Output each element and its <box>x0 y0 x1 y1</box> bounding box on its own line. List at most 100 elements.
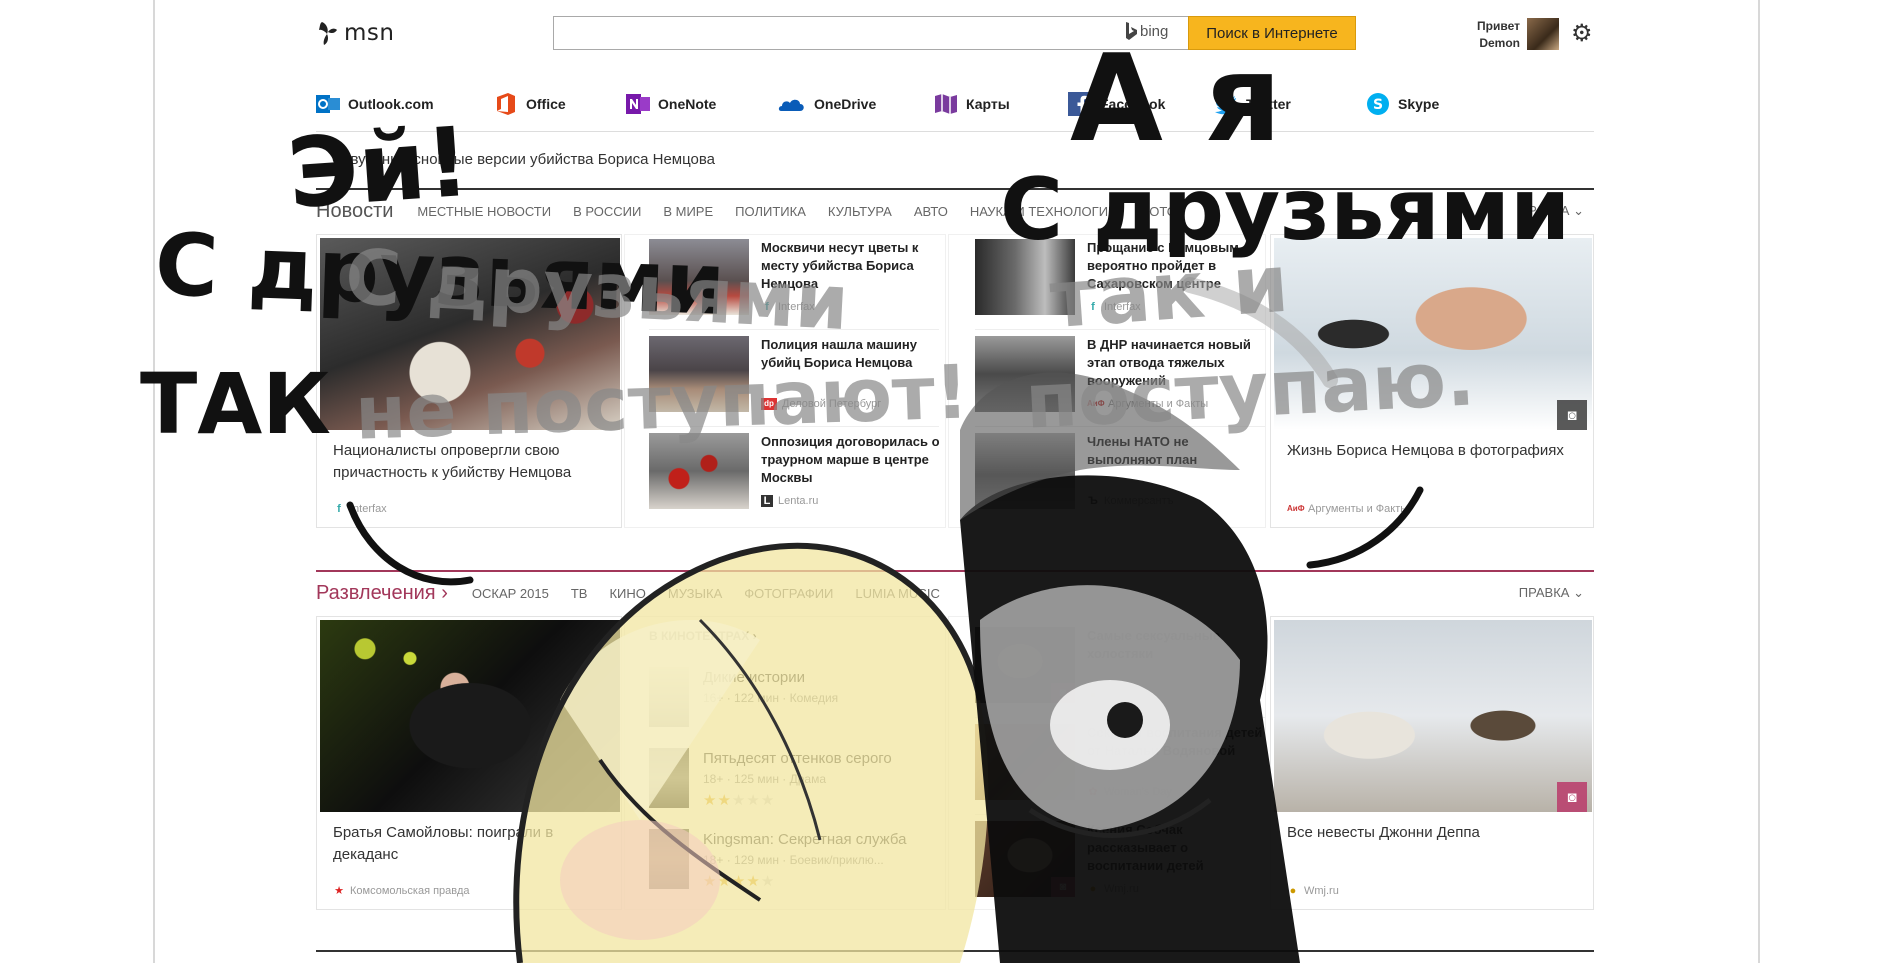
chevron-down-icon: ⌄ <box>1573 203 1584 218</box>
app-label: Outlook.com <box>348 96 434 112</box>
bing-icon <box>1126 22 1137 40</box>
app-label: Office <box>526 96 566 112</box>
movie-item[interactable]: Дикие истории 16+ · 122 мин · Комедия <box>649 667 949 747</box>
chevron-right-icon: › <box>441 581 448 604</box>
news-tab-photo[interactable]: ФОТО <box>1139 204 1176 219</box>
news-tab-culture[interactable]: КУЛЬТУРА <box>828 204 892 219</box>
story-title: Ксения Собчак рассказывает о воспитании … <box>1087 822 1204 873</box>
outlook-icon <box>316 92 340 116</box>
username: Demon <box>1479 36 1520 50</box>
news-lead-card[interactable]: Националисты опровергли свою причастност… <box>316 234 622 528</box>
entertainment-lead-card[interactable]: Братья Самойловы: поиграли в декаданс ★ К… <box>316 616 622 910</box>
entertainment-story[interactable]: ◙ Самые сексуальные холостяки ● Wmj.ru <box>975 623 1275 718</box>
wmj-icon: ● <box>1089 883 1097 895</box>
movie-title: Пятьдесят оттенков серого <box>703 750 892 767</box>
wmj-icon: ● <box>1089 689 1097 701</box>
entertainment-edit-button[interactable]: ПРАВКА ⌄ <box>1519 585 1584 601</box>
source-label: Interfax <box>778 301 815 313</box>
movie-item[interactable]: Kingsman: Секретная служба 18+ · 129 мин… <box>649 829 949 909</box>
star-filled-icon: ★ <box>746 873 761 890</box>
source-label: Interfax <box>1104 301 1141 313</box>
app-link-outlook[interactable]: Outlook.com <box>316 92 434 116</box>
ent-tab-lumia-music[interactable]: LUMIA MUSIC <box>855 586 940 601</box>
news-lead-caption: Националисты опровергли свою причастност… <box>333 442 572 481</box>
news-story[interactable]: Прощание с Немцовым вероятно пройдет в С… <box>975 235 1275 330</box>
entertainment-gallery-card[interactable]: ◙ Все невесты Джонни Деппа ● Wmj.ru <box>1270 616 1594 910</box>
app-link-facebook[interactable]: Facebook <box>1068 92 1165 116</box>
news-edit-button[interactable]: ПРАВКА ⌄ <box>1519 203 1584 219</box>
app-label: OneNote <box>658 96 717 112</box>
news-gallery-card[interactable]: ◙ Жизнь Бориса Немцова в фотографиях АиФ… <box>1270 234 1594 528</box>
entertainment-story[interactable]: Секреты воспитания детей от Натальи Водя… <box>975 720 1275 815</box>
story-title: Оппозиция договорилась о траурном марше … <box>761 434 940 485</box>
entertainment-story[interactable]: ◙ Ксения Собчак рассказывает о воспитани… <box>975 817 1275 912</box>
movies-head-label: В КИНОТЕАТРАХ <box>649 629 750 643</box>
source-label: Аргументы и Факты <box>1308 503 1409 515</box>
dp-icon: dp <box>761 398 777 410</box>
news-tab-science[interactable]: НАУКА И ТЕХНОЛОГИИ <box>970 204 1118 219</box>
search-input[interactable] <box>562 17 1180 49</box>
movie-item[interactable]: Пятьдесят оттенков серого 18+ · 125 мин … <box>649 748 949 828</box>
app-link-onenote[interactable]: OneNote <box>626 92 716 116</box>
kommersant-icon: Ъ <box>1088 495 1098 507</box>
story-source: ● Wmj.ru <box>1087 883 1139 895</box>
user-greeting[interactable]: Привет Demon <box>1460 18 1520 52</box>
ent-tab-tv[interactable]: ТВ <box>571 586 588 601</box>
divider <box>975 717 1265 718</box>
divider <box>975 426 1265 427</box>
news-tab-local[interactable]: МЕСТНЫЕ НОВОСТИ <box>417 204 551 219</box>
story-title: В ДНР начинается новый этап отвода тяжел… <box>1087 337 1251 388</box>
ent-tab-oscar[interactable]: ОСКАР 2015 <box>472 586 549 601</box>
source-label: Interfax <box>350 503 387 515</box>
news-story[interactable]: Москвичи несут цветы к месту убийства Бо… <box>649 235 949 330</box>
movie-poster <box>649 667 689 727</box>
onedrive-icon <box>778 92 806 116</box>
news-story[interactable]: Полиция нашла машину убийц Бориса Немцов… <box>649 332 949 427</box>
app-link-skype[interactable]: S Skype <box>1366 92 1439 116</box>
app-link-onedrive[interactable]: OneDrive <box>778 92 876 116</box>
entertainment-gallery-source: ● Wmj.ru <box>1287 885 1339 897</box>
story-thumbnail <box>649 433 749 509</box>
star-empty-icon: ★ <box>746 792 761 809</box>
news-story[interactable]: Члены НАТО не выполняют план Ъ Коммерсант… <box>975 429 1275 524</box>
avatar[interactable] <box>1527 18 1559 50</box>
divider <box>649 329 939 330</box>
app-link-maps[interactable]: Карты <box>934 92 1010 116</box>
app-link-twitter[interactable]: Twitter <box>1214 92 1291 116</box>
app-link-office[interactable]: Office <box>494 92 566 116</box>
ent-tab-music[interactable]: МУЗЫКА <box>668 586 722 601</box>
top-headline[interactable]: Озвучены основные версии убийства Бориса… <box>332 151 715 168</box>
news-section-title[interactable]: Новости <box>316 200 393 223</box>
star-empty-icon: ★ <box>760 792 776 809</box>
entertainment-gallery-image <box>1274 620 1592 812</box>
in-theaters-link[interactable]: В КИНОТЕАТРАХ › <box>649 629 757 643</box>
news-tab-politics[interactable]: ПОЛИТИКА <box>735 204 806 219</box>
msn-logo[interactable]: msn <box>318 20 394 46</box>
source-label: Lenta.ru <box>778 495 819 507</box>
movie-meta: 18+ · 129 мин · Боевик/приклю... <box>703 853 884 867</box>
news-story[interactable]: Оппозиция договорилась о траурном марше … <box>649 429 949 524</box>
news-gallery-caption: Жизнь Бориса Немцова в фотографиях <box>1287 442 1564 459</box>
news-story[interactable]: В ДНР начинается новый этап отвода тяжел… <box>975 332 1275 427</box>
news-tab-auto[interactable]: АВТО <box>914 204 948 219</box>
story-thumbnail <box>975 239 1075 315</box>
gear-icon[interactable]: ⚙ <box>1571 22 1595 46</box>
ent-tab-cinema[interactable]: КИНО <box>609 586 645 601</box>
story-source: АиФ Аргументы и Факты <box>1087 398 1208 410</box>
star-empty-icon: ★ <box>760 873 776 890</box>
entertainment-section-title[interactable]: Развлечения › <box>316 582 448 605</box>
source-label: Wmj.ru <box>1304 885 1339 897</box>
search-box[interactable] <box>553 16 1189 50</box>
news-lead-source: f Interfax <box>333 503 387 515</box>
movies-column: В КИНОТЕАТРАХ › Дикие истории 16+ · 122 … <box>624 616 946 910</box>
movie-poster <box>649 829 689 889</box>
search-web-button[interactable]: Поиск в Интернете <box>1188 16 1356 50</box>
ent-tab-photos[interactable]: ФОТОГРАФИИ <box>744 586 833 601</box>
kp-icon: ★ <box>334 885 344 897</box>
entertainment-lead-source: ★ Комсомольская правда <box>333 885 470 897</box>
movie-title: Kingsman: Секретная служба <box>703 831 907 848</box>
news-tab-russia[interactable]: В РОССИИ <box>573 204 641 219</box>
news-tab-world[interactable]: В МИРЕ <box>663 204 713 219</box>
star-empty-icon: ★ <box>731 792 747 809</box>
story-title: Прощание с Немцовым вероятно пройдет в С… <box>1087 240 1239 291</box>
